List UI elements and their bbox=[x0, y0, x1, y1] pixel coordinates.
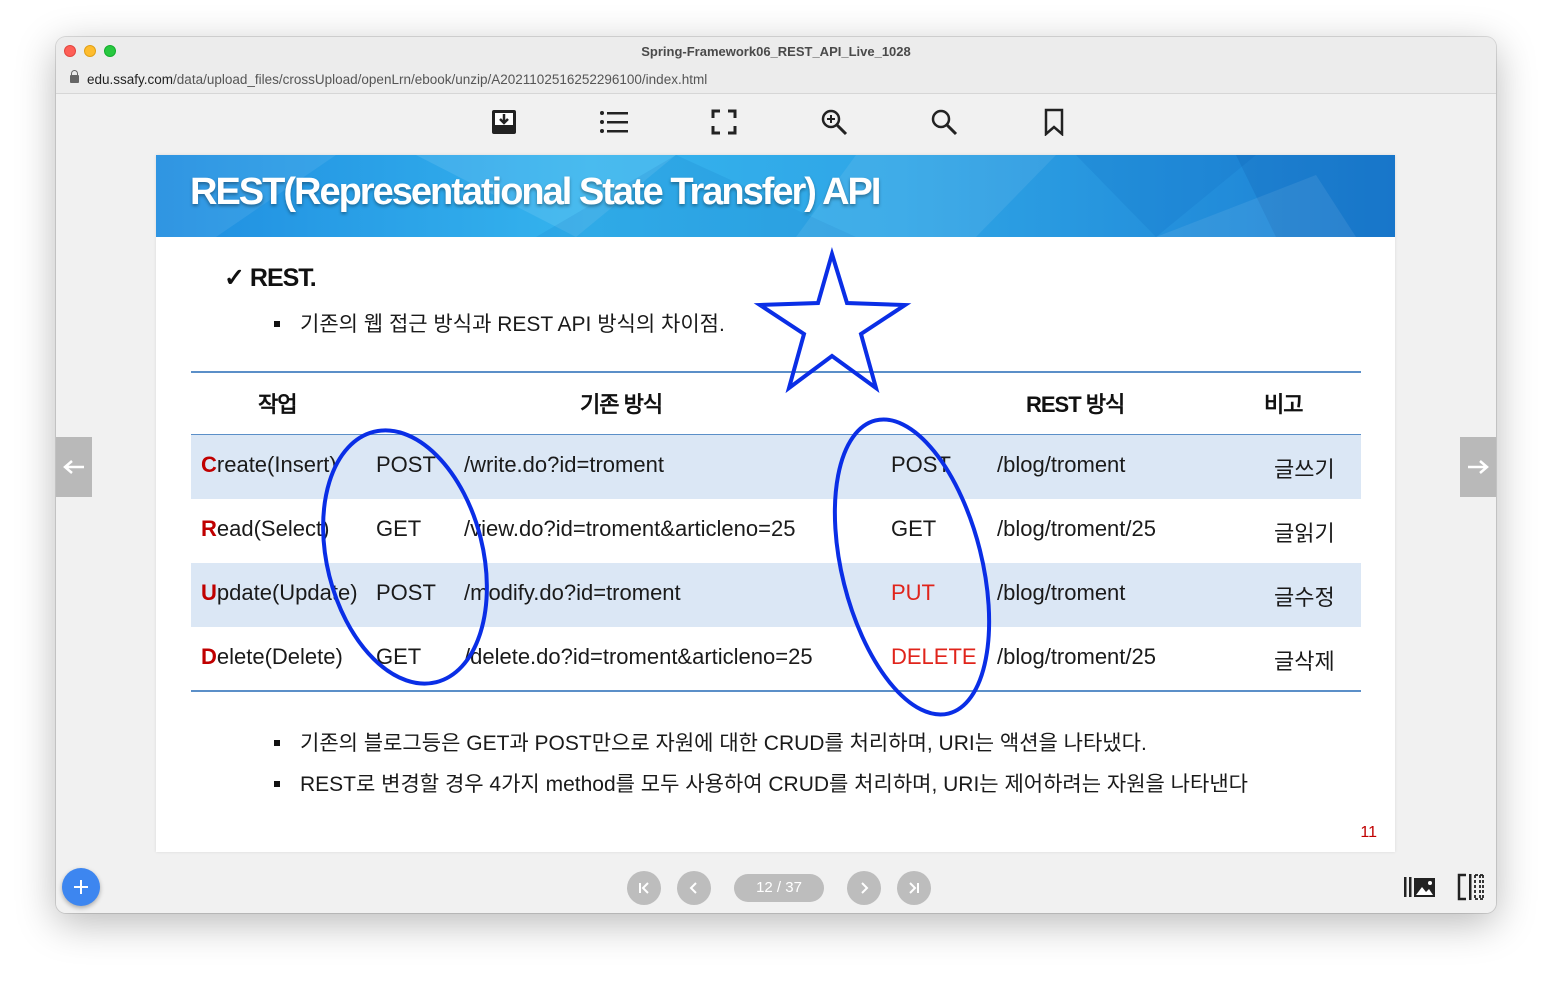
browser-window: Spring-Framework06_REST_API_Live_1028 ed… bbox=[56, 37, 1496, 913]
title-bar: Spring-Framework06_REST_API_Live_1028 ed… bbox=[56, 37, 1496, 94]
lock-icon bbox=[70, 70, 79, 83]
gallery-view-button[interactable] bbox=[1403, 874, 1437, 905]
table-of-contents-button[interactable] bbox=[594, 102, 634, 142]
old-uri-cell: /modify.do?id=troment bbox=[464, 580, 681, 605]
intro-bullet: 기존의 웹 접근 방식과 REST API 방식의 차이점. bbox=[274, 308, 725, 338]
note-cell: 글수정 bbox=[1274, 585, 1335, 610]
bookmark-icon bbox=[1044, 108, 1064, 136]
note-cell: 글읽기 bbox=[1274, 521, 1335, 546]
rest-uri-cell: /blog/troment bbox=[997, 580, 1126, 605]
check-icon: ✓ bbox=[224, 264, 245, 292]
header-note: 비고 bbox=[1264, 392, 1303, 417]
rest-uri-cell: /blog/troment/25 bbox=[997, 644, 1156, 669]
search-button[interactable] bbox=[924, 102, 964, 142]
split-view-icon bbox=[1457, 873, 1484, 901]
last-page-button[interactable] bbox=[897, 871, 931, 905]
table-row: Update(Update) POST /modify.do?id=tromen… bbox=[191, 563, 1361, 627]
dual-page-view-button[interactable] bbox=[1456, 873, 1486, 906]
address-bar[interactable]: edu.ssafy.com/data/upload_files/crossUpl… bbox=[70, 70, 708, 87]
slide-page-number: 11 bbox=[1360, 824, 1377, 841]
zoom-in-button[interactable] bbox=[814, 102, 854, 142]
note-bullet: 기존의 블로그등은 GET과 POST만으로 자원에 대한 CRUD를 처리하며… bbox=[274, 727, 1147, 757]
old-method-cell: GET bbox=[376, 516, 422, 541]
rest-method-cell: DELETE bbox=[891, 644, 977, 669]
slide-title: REST(Representational State Transfer) AP… bbox=[190, 171, 881, 213]
note-cell: 글삭제 bbox=[1274, 649, 1335, 674]
table-top-rule bbox=[191, 371, 1361, 373]
rest-method-cell: PUT bbox=[891, 580, 935, 605]
url-domain: edu.ssafy.com bbox=[87, 72, 174, 87]
bullet-square-icon bbox=[274, 781, 280, 787]
previous-page-button[interactable] bbox=[677, 871, 711, 905]
chevron-left-icon bbox=[689, 882, 697, 894]
next-page-side-button[interactable] bbox=[1460, 437, 1496, 497]
window-title: Spring-Framework06_REST_API_Live_1028 bbox=[641, 44, 911, 59]
note-bullet: REST로 변경할 경우 4가지 method를 모두 사용하여 CRUD를 처… bbox=[274, 768, 1248, 798]
download-icon bbox=[492, 110, 516, 134]
op-cell: Update(Update) bbox=[201, 580, 358, 605]
slide-banner: REST(Representational State Transfer) AP… bbox=[156, 155, 1395, 237]
header-task: 작업 bbox=[258, 392, 297, 417]
old-uri-cell: /view.do?id=troment&articleno=25 bbox=[464, 516, 796, 541]
section-heading-text: REST. bbox=[249, 264, 317, 292]
fullscreen-icon bbox=[711, 109, 737, 135]
bullet-square-icon bbox=[274, 321, 280, 327]
arrow-right-icon bbox=[1468, 460, 1489, 474]
fullscreen-button[interactable] bbox=[704, 102, 744, 142]
rest-uri-cell: /blog/troment bbox=[997, 452, 1126, 477]
previous-page-side-button[interactable] bbox=[56, 437, 92, 497]
last-page-icon bbox=[909, 882, 919, 894]
zoom-in-icon bbox=[821, 109, 848, 136]
ebook-viewer: REST(Representational State Transfer) AP… bbox=[56, 94, 1496, 913]
section-heading: ✓ REST. bbox=[224, 263, 317, 293]
old-method-cell: POST bbox=[376, 580, 436, 605]
slide-page: REST(Representational State Transfer) AP… bbox=[156, 155, 1395, 852]
add-button[interactable] bbox=[62, 868, 100, 906]
op-cell: Read(Select) bbox=[201, 516, 330, 541]
header-old-method: 기존 방식 bbox=[580, 392, 663, 417]
next-page-button[interactable] bbox=[847, 871, 881, 905]
old-method-cell: POST bbox=[376, 452, 436, 477]
header-rest-method: REST 방식 bbox=[1026, 392, 1125, 417]
table-bottom-rule bbox=[191, 690, 1361, 692]
intro-text: 기존의 웹 접근 방식과 REST API 방식의 차이점. bbox=[300, 313, 725, 336]
table-row: Create(Insert) POST /write.do?id=troment… bbox=[191, 435, 1361, 499]
note-cell: 글쓰기 bbox=[1274, 457, 1335, 482]
old-uri-cell: /write.do?id=troment bbox=[464, 452, 664, 477]
note-text: REST로 변경할 경우 4가지 method를 모두 사용하여 CRUD를 처… bbox=[300, 773, 1248, 796]
rest-method-cell: GET bbox=[891, 516, 937, 541]
op-cell: Create(Insert) bbox=[201, 452, 337, 477]
rest-uri-cell: /blog/troment/25 bbox=[997, 516, 1156, 541]
rest-method-cell: POST bbox=[891, 452, 951, 477]
first-page-button[interactable] bbox=[627, 871, 661, 905]
table-row: Read(Select) GET /view.do?id=troment&art… bbox=[191, 499, 1361, 563]
note-text: 기존의 블로그등은 GET과 POST만으로 자원에 대한 CRUD를 처리하며… bbox=[300, 732, 1147, 755]
table-row: Delete(Delete) GET /delete.do?id=troment… bbox=[191, 627, 1361, 691]
bookmark-button[interactable] bbox=[1034, 102, 1074, 142]
old-method-cell: GET bbox=[376, 644, 422, 669]
search-icon bbox=[931, 109, 958, 136]
bullet-square-icon bbox=[274, 740, 280, 746]
url-path: /data/upload_files/crossUpload/openLrn/e… bbox=[173, 72, 708, 87]
arrow-left-icon bbox=[63, 460, 84, 474]
first-page-icon bbox=[639, 882, 649, 894]
download-button[interactable] bbox=[484, 102, 524, 142]
list-icon bbox=[600, 111, 628, 133]
old-uri-cell: /delete.do?id=troment&articleno=25 bbox=[464, 644, 813, 669]
op-cell: Delete(Delete) bbox=[201, 644, 343, 669]
chevron-right-icon bbox=[861, 882, 869, 894]
page-indicator[interactable]: 12 / 37 bbox=[734, 874, 824, 902]
gallery-icon bbox=[1404, 877, 1435, 897]
